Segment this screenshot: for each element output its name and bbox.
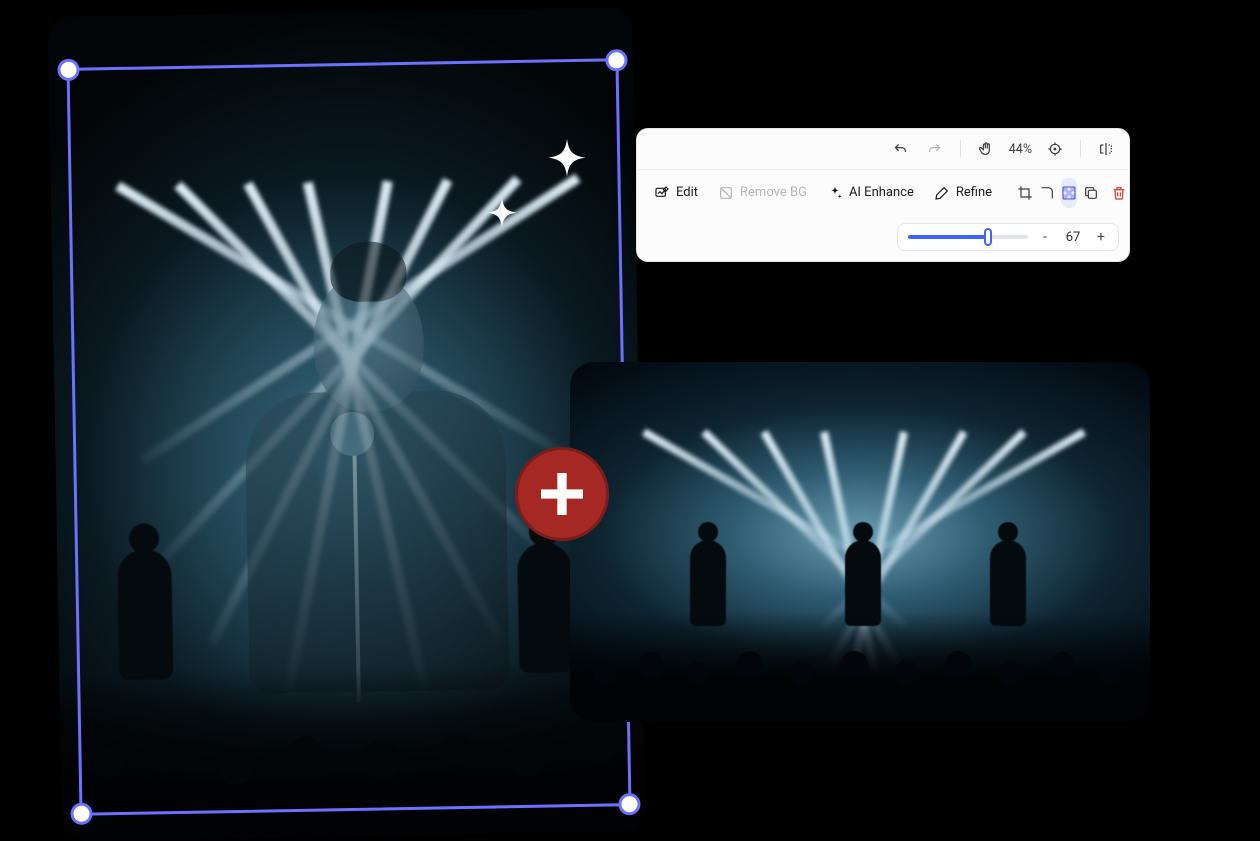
transparency-icon — [1061, 185, 1077, 201]
edit-label: Edit — [676, 185, 698, 200]
zoom-level[interactable]: 44% — [1007, 142, 1034, 157]
opacity-value[interactable]: 67 — [1062, 230, 1084, 245]
slider-thumb[interactable] — [984, 228, 992, 246]
brush-icon — [934, 185, 950, 201]
remove-bg-icon — [718, 185, 734, 201]
plus-icon — [534, 466, 590, 522]
add-image-button[interactable] — [515, 447, 609, 541]
duplicate-tool[interactable] — [1083, 178, 1099, 208]
undo-button[interactable] — [888, 136, 914, 162]
edit-icon — [654, 185, 670, 201]
fit-view-button[interactable] — [1042, 136, 1068, 162]
canvas-selected-image[interactable] — [48, 7, 646, 841]
hand-icon — [978, 141, 994, 157]
pan-button[interactable] — [973, 136, 999, 162]
flip-button[interactable] — [1093, 136, 1119, 162]
main-image[interactable] — [48, 7, 646, 841]
opacity-slider[interactable] — [908, 235, 1028, 239]
increment-button[interactable]: + — [1094, 229, 1108, 245]
undo-icon — [893, 142, 908, 157]
corner-radius-tool[interactable] — [1039, 178, 1055, 208]
redo-button[interactable] — [922, 136, 948, 162]
edit-tool[interactable]: Edit — [647, 180, 705, 206]
slider-fill — [908, 235, 988, 239]
decrement-button[interactable]: - — [1038, 229, 1052, 245]
remove-bg-label: Remove BG — [740, 185, 807, 200]
crowd-silhouette — [59, 661, 646, 841]
opacity-tool[interactable] — [1061, 178, 1077, 208]
crop-icon — [1017, 185, 1033, 201]
ai-enhance-tool[interactable]: AI Enhance — [820, 180, 921, 206]
opacity-slider-control: - 67 + — [897, 223, 1119, 251]
crowd-silhouette — [570, 612, 1150, 722]
toolbar-slider-row: - 67 + — [637, 215, 1129, 261]
toolbar-top-row: 44% — [637, 129, 1129, 169]
trash-icon — [1111, 185, 1127, 201]
copy-icon — [1083, 185, 1099, 201]
toolbar-tools-row: Edit Remove BG AI Enhance Refine — [637, 169, 1129, 215]
overlay-singer-portrait — [201, 209, 529, 695]
refine-label: Refine — [956, 185, 992, 200]
ai-enhance-label: AI Enhance — [849, 185, 914, 200]
corner-icon — [1039, 185, 1055, 201]
editor-toolbar: 44% Edit Remove BG AI Enhance — [636, 128, 1130, 262]
separator — [960, 140, 961, 158]
crosshair-icon — [1047, 141, 1063, 157]
remove-bg-tool[interactable]: Remove BG — [711, 180, 814, 206]
flip-icon — [1098, 141, 1114, 157]
sparkle-icon — [827, 185, 843, 201]
separator — [1080, 140, 1081, 158]
secondary-image-thumbnail[interactable] — [570, 362, 1150, 722]
musician-silhouette — [117, 549, 173, 680]
delete-tool[interactable] — [1111, 178, 1127, 208]
redo-icon — [927, 142, 942, 157]
crop-tool[interactable] — [1017, 178, 1033, 208]
refine-tool[interactable]: Refine — [927, 180, 999, 206]
